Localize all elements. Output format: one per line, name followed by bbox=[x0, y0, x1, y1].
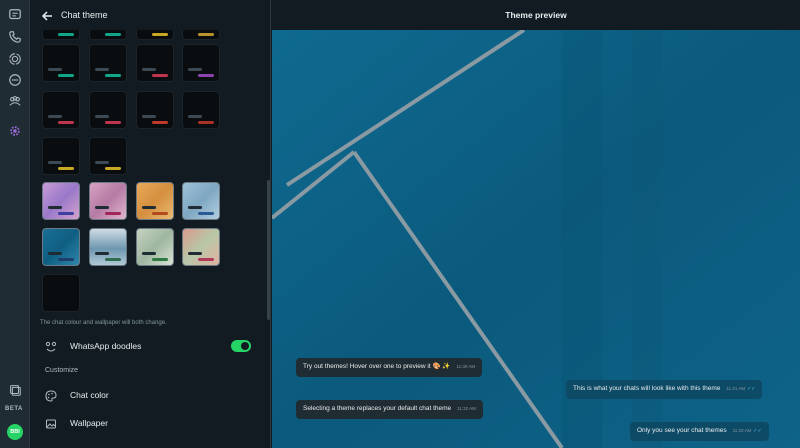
message-bubble-incoming: Selecting a theme replaces your default … bbox=[296, 400, 483, 419]
theme-note: The chat colour and wallpaper will both … bbox=[40, 320, 167, 326]
avatar[interactable]: BBI bbox=[7, 424, 23, 440]
message-time: 11:32 AM bbox=[457, 406, 476, 411]
nav-rail: BETA BBI bbox=[0, 0, 30, 448]
image-icon bbox=[45, 417, 57, 429]
theme-tile[interactable] bbox=[89, 137, 127, 175]
theme-tile[interactable] bbox=[182, 91, 220, 129]
doodles-toggle[interactable] bbox=[231, 340, 251, 352]
message-time: 11:33 AM bbox=[732, 428, 752, 433]
chat-color-label: Chat color bbox=[70, 390, 109, 400]
message-bubble-incoming: Try out themes! Hover over one to previe… bbox=[296, 358, 483, 377]
chats-icon[interactable] bbox=[8, 8, 22, 22]
chat-theme-panel: Chat theme The chat colour and wallpaper… bbox=[31, 0, 271, 448]
message-text: Only you see your chat themes bbox=[637, 427, 727, 434]
theme-tile[interactable] bbox=[89, 30, 127, 40]
theme-tile[interactable] bbox=[136, 44, 174, 82]
theme-tile[interactable] bbox=[42, 44, 80, 82]
wallpaper-label: Wallpaper bbox=[70, 418, 108, 428]
read-ticks-icon: ✓✓ bbox=[747, 386, 756, 392]
customize-heading: Customize bbox=[45, 367, 79, 374]
back-arrow-icon[interactable] bbox=[41, 9, 53, 21]
doodles-label: WhatsApp doodles bbox=[70, 341, 142, 351]
channels-icon[interactable] bbox=[8, 73, 22, 87]
panel-header: Chat theme bbox=[31, 0, 270, 30]
theme-tile[interactable] bbox=[136, 91, 174, 129]
theme-tile[interactable] bbox=[89, 44, 127, 82]
preview-header: Theme preview bbox=[272, 0, 800, 30]
wallpaper-theme-tile[interactable] bbox=[89, 228, 127, 266]
settings-icon[interactable] bbox=[8, 124, 22, 138]
theme-tile[interactable] bbox=[42, 30, 80, 40]
calls-icon[interactable] bbox=[8, 30, 22, 44]
message-time: 11:30 AM bbox=[456, 364, 476, 369]
message-text: This is what your chats will look like w… bbox=[573, 385, 721, 392]
archive-icon[interactable] bbox=[8, 383, 22, 397]
theme-tile[interactable] bbox=[136, 30, 174, 40]
doodles-icon bbox=[45, 340, 57, 352]
theme-tile[interactable] bbox=[182, 30, 220, 40]
wallpaper-theme-tile[interactable] bbox=[182, 182, 220, 220]
message-text: Selecting a theme replaces your default … bbox=[303, 405, 452, 412]
theme-tile[interactable] bbox=[89, 91, 127, 129]
message-text: Try out themes! Hover over one to previe… bbox=[303, 363, 451, 370]
theme-tile[interactable] bbox=[42, 137, 80, 175]
message-time: 11:31 AM bbox=[726, 386, 746, 391]
status-icon[interactable] bbox=[8, 52, 22, 66]
wallpaper-theme-tile[interactable] bbox=[182, 228, 220, 266]
panel-scrollbar[interactable] bbox=[267, 180, 270, 320]
panel-title: Chat theme bbox=[61, 10, 108, 20]
wallpaper-theme-tile[interactable] bbox=[136, 228, 174, 266]
wallpaper-row[interactable]: Wallpaper bbox=[45, 414, 108, 432]
palette-icon bbox=[45, 389, 57, 402]
wallpaper-theme-tile[interactable] bbox=[136, 182, 174, 220]
theme-tile[interactable] bbox=[42, 274, 80, 312]
wallpaper-theme-tile[interactable] bbox=[42, 182, 80, 220]
wallpaper-theme-tile[interactable] bbox=[89, 182, 127, 220]
theme-tile[interactable] bbox=[42, 91, 80, 129]
wallpaper-theme-tile[interactable] bbox=[42, 228, 80, 266]
theme-tile[interactable] bbox=[182, 44, 220, 82]
doodles-row[interactable]: WhatsApp doodles bbox=[45, 337, 141, 355]
preview-title: Theme preview bbox=[505, 10, 567, 20]
read-ticks-icon: ✓✓ bbox=[753, 428, 762, 434]
theme-preview-pane: Theme preview Try out themes! Hover over… bbox=[272, 0, 800, 448]
message-bubble-outgoing: This is what your chats will look like w… bbox=[566, 380, 763, 399]
beta-label: BETA bbox=[5, 406, 23, 412]
chat-color-row[interactable]: Chat color bbox=[45, 386, 109, 404]
communities-icon[interactable] bbox=[8, 94, 22, 108]
message-bubble-outgoing: Only you see your chat themes 11:33 AM ✓✓ bbox=[630, 422, 769, 441]
